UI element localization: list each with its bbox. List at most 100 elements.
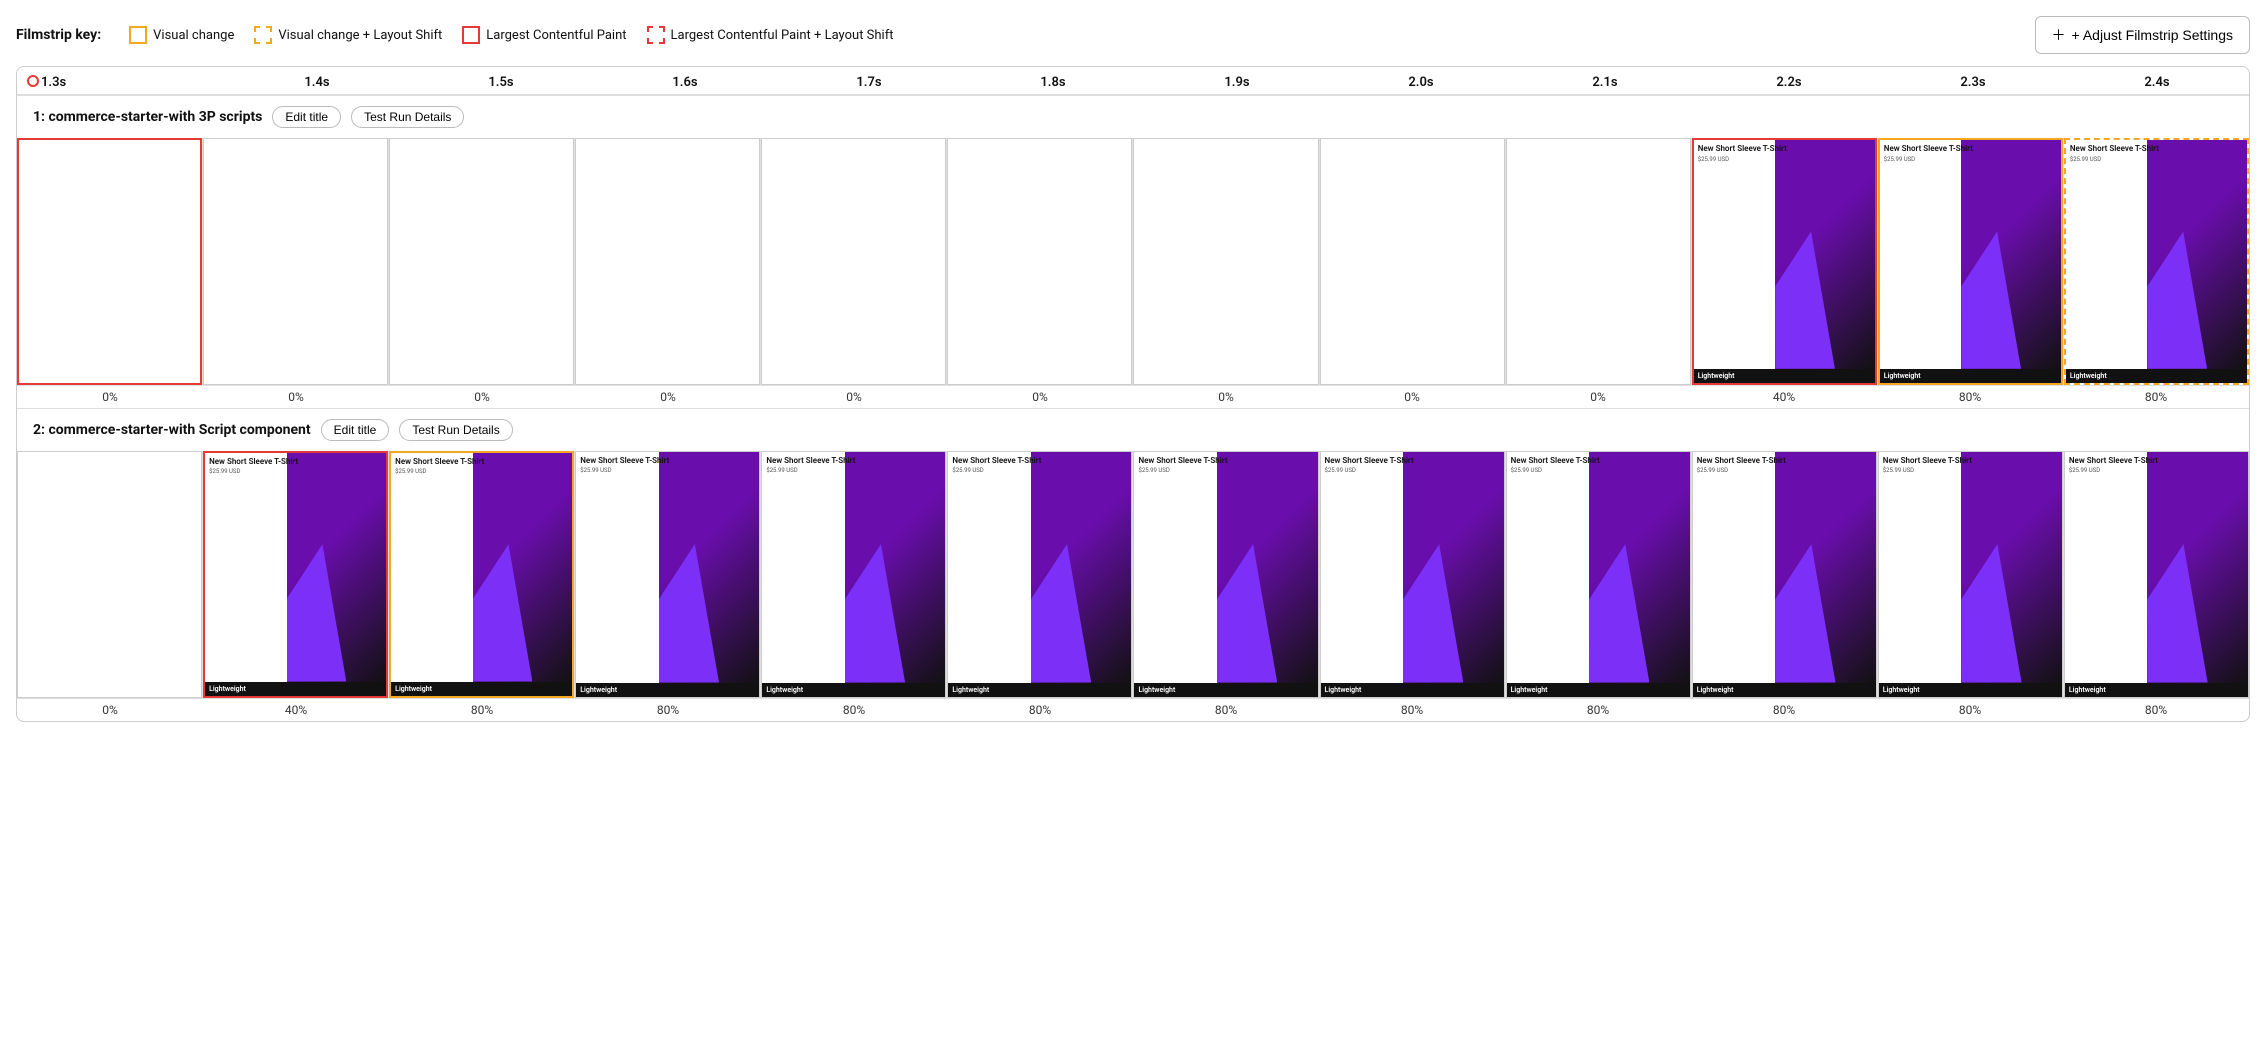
product-card-top: New Short Sleeve T-Shirt $25.99 USD bbox=[1134, 452, 1317, 683]
tick-1.6s: 1.6s bbox=[593, 75, 777, 90]
legend-label-visual-change-layout-shift: Visual change + Layout Shift bbox=[278, 28, 442, 43]
product-name: New Short Sleeve T-Shirt bbox=[580, 456, 755, 466]
product-card: ▲ ≡ New Short Sleeve T-Shirt $25.99 USD … bbox=[2066, 140, 2247, 383]
legend-label-lcp-layout-shift: Largest Contentful Paint + Layout Shift bbox=[671, 28, 894, 43]
product-card: ▲ ≡ New Short Sleeve T-Shirt $25.99 USD … bbox=[1879, 452, 2062, 697]
frame-cell-r2-f4[interactable]: ▲ ≡ New Short Sleeve T-Shirt $25.99 USD … bbox=[575, 451, 761, 698]
product-card: ▲ ≡ New Short Sleeve T-Shirt $25.99 USD … bbox=[576, 452, 759, 697]
percent-cell-r1-f3: 0% bbox=[389, 385, 575, 408]
frame-cell-r2-f2[interactable]: ▲ ≡ New Short Sleeve T-Shirt $25.99 USD … bbox=[203, 451, 389, 698]
product-price: $25.99 USD bbox=[1884, 156, 2057, 163]
percent-cell-r2-f12: 80% bbox=[2063, 698, 2249, 721]
frame-thumb-r1-f3 bbox=[389, 138, 574, 385]
product-name: New Short Sleeve T-Shirt bbox=[1511, 456, 1686, 466]
product-price: $25.99 USD bbox=[2070, 156, 2243, 163]
timeline-ticks: 1.3s1.4s1.5s1.6s1.7s1.8s1.9s2.0s2.1s2.2s… bbox=[17, 75, 2249, 90]
product-text-area: New Short Sleeve T-Shirt $25.99 USD bbox=[205, 453, 386, 682]
percent-cell-r2-f8: 80% bbox=[1319, 698, 1505, 721]
product-card-top: New Short Sleeve T-Shirt $25.99 USD bbox=[1321, 452, 1504, 683]
frame-cell-r2-f5[interactable]: ▲ ≡ New Short Sleeve T-Shirt $25.99 USD … bbox=[761, 451, 947, 698]
row-section-1: 1: commerce-starter-with 3P scripts Edit… bbox=[17, 95, 2249, 408]
percent-cell-r1-f2: 0% bbox=[203, 385, 389, 408]
product-footer: Lightweight bbox=[762, 683, 945, 697]
frame-cell-r1-f7[interactable] bbox=[1133, 138, 1319, 385]
frame-cell-r2-f7[interactable]: ▲ ≡ New Short Sleeve T-Shirt $25.99 USD … bbox=[1133, 451, 1319, 698]
product-card-top: New Short Sleeve T-Shirt $25.99 USD bbox=[576, 452, 759, 683]
product-card: ▲ ≡ New Short Sleeve T-Shirt $25.99 USD … bbox=[762, 452, 945, 697]
frame-cell-r2-f1[interactable] bbox=[17, 451, 203, 698]
frame-cell-r1-f1[interactable] bbox=[17, 138, 203, 385]
product-text-area: New Short Sleeve T-Shirt $25.99 USD bbox=[762, 452, 945, 683]
frame-cell-r1-f3[interactable] bbox=[389, 138, 575, 385]
frame-cell-r2-f11[interactable]: ▲ ≡ New Short Sleeve T-Shirt $25.99 USD … bbox=[1878, 451, 2064, 698]
frame-cell-r2-f12[interactable]: ▲ ≡ New Short Sleeve T-Shirt $25.99 USD … bbox=[2064, 451, 2249, 698]
legend-label-visual-change: Visual change bbox=[153, 28, 234, 43]
legend-item-visual-change: Visual change bbox=[129, 26, 234, 44]
product-card-top: New Short Sleeve T-Shirt $25.99 USD bbox=[205, 453, 386, 682]
frame-cell-r2-f10[interactable]: ▲ ≡ New Short Sleeve T-Shirt $25.99 USD … bbox=[1692, 451, 1878, 698]
frame-cell-r1-f10[interactable]: ▲ ≡ New Short Sleeve T-Shirt $25.99 USD … bbox=[1692, 138, 1878, 385]
product-card-top: New Short Sleeve T-Shirt $25.99 USD bbox=[2066, 140, 2247, 369]
tick-1.9s: 1.9s bbox=[1145, 75, 1329, 90]
frame-thumb-r1-f2 bbox=[203, 138, 388, 385]
frame-cell-r2-f8[interactable]: ▲ ≡ New Short Sleeve T-Shirt $25.99 USD … bbox=[1320, 451, 1506, 698]
product-name: New Short Sleeve T-Shirt bbox=[1883, 456, 2058, 466]
frame-cell-r1-f5[interactable] bbox=[761, 138, 947, 385]
frame-cell-r1-f8[interactable] bbox=[1320, 138, 1506, 385]
adjust-filmstrip-label: + Adjust Filmstrip Settings bbox=[2072, 27, 2233, 43]
product-price: $25.99 USD bbox=[1698, 156, 1871, 163]
frame-cell-r1-f6[interactable] bbox=[947, 138, 1133, 385]
tick-1.8s: 1.8s bbox=[961, 75, 1145, 90]
row-title-2: 2: commerce-starter-with Script componen… bbox=[33, 422, 311, 438]
product-text-area: New Short Sleeve T-Shirt $25.99 USD bbox=[1134, 452, 1317, 683]
row-title-1: 1: commerce-starter-with 3P scripts bbox=[33, 109, 262, 125]
product-card: ▲ ≡ New Short Sleeve T-Shirt $25.99 USD … bbox=[2065, 452, 2248, 697]
test-run-details-button-1[interactable]: Test Run Details bbox=[351, 106, 464, 128]
product-text-area: New Short Sleeve T-Shirt $25.99 USD bbox=[576, 452, 759, 683]
product-footer: Lightweight bbox=[1880, 369, 2061, 383]
frame-cell-r2-f9[interactable]: ▲ ≡ New Short Sleeve T-Shirt $25.99 USD … bbox=[1506, 451, 1692, 698]
test-run-details-button-2[interactable]: Test Run Details bbox=[399, 419, 512, 441]
frame-thumb-r1-f8 bbox=[1320, 138, 1505, 385]
product-name: New Short Sleeve T-Shirt bbox=[2069, 456, 2244, 466]
frame-cell-r1-f2[interactable] bbox=[203, 138, 389, 385]
frame-thumb-r1-f5 bbox=[761, 138, 946, 385]
product-footer: Lightweight bbox=[1879, 683, 2062, 697]
timeline-dot bbox=[27, 75, 39, 87]
product-footer: Lightweight bbox=[1507, 683, 1690, 697]
legend-bar: Filmstrip key: Visual change Visual chan… bbox=[16, 16, 2250, 54]
percent-cell-r2-f7: 80% bbox=[1133, 698, 1319, 721]
percent-cell-r1-f10: 40% bbox=[1691, 385, 1877, 408]
frames-row-1: ▲ ≡ New Short Sleeve T-Shirt $25.99 USD … bbox=[17, 138, 2249, 385]
frame-thumb-r1-f12: ▲ ≡ New Short Sleeve T-Shirt $25.99 USD … bbox=[2064, 138, 2249, 385]
row-header-1: 1: commerce-starter-with 3P scripts Edit… bbox=[17, 96, 2249, 138]
product-name: New Short Sleeve T-Shirt bbox=[1698, 144, 1871, 154]
frame-cell-r2-f6[interactable]: ▲ ≡ New Short Sleeve T-Shirt $25.99 USD … bbox=[947, 451, 1133, 698]
adjust-filmstrip-button[interactable]: ＋ + Adjust Filmstrip Settings bbox=[2035, 16, 2250, 54]
tick-2.0s: 2.0s bbox=[1329, 75, 1513, 90]
percent-cell-r1-f7: 0% bbox=[1133, 385, 1319, 408]
frame-cell-r1-f11[interactable]: ▲ ≡ New Short Sleeve T-Shirt $25.99 USD … bbox=[1878, 138, 2064, 385]
row-section-2: 2: commerce-starter-with Script componen… bbox=[17, 408, 2249, 721]
product-price: $25.99 USD bbox=[1325, 467, 1500, 474]
frame-cell-r1-f9[interactable] bbox=[1506, 138, 1692, 385]
product-price: $25.99 USD bbox=[209, 468, 382, 475]
edit-title-button-2[interactable]: Edit title bbox=[321, 419, 390, 441]
edit-title-button-1[interactable]: Edit title bbox=[272, 106, 341, 128]
product-card: ▲ ≡ New Short Sleeve T-Shirt $25.99 USD … bbox=[948, 452, 1131, 697]
product-price: $25.99 USD bbox=[1883, 467, 2058, 474]
frame-thumb-r1-f1 bbox=[17, 138, 202, 385]
percent-row-2: 0%40%80%80%80%80%80%80%80%80%80%80% bbox=[17, 698, 2249, 721]
percent-cell-r2-f1: 0% bbox=[17, 698, 203, 721]
product-card: ▲ ≡ New Short Sleeve T-Shirt $25.99 USD … bbox=[391, 453, 572, 696]
frame-cell-r2-f3[interactable]: ▲ ≡ New Short Sleeve T-Shirt $25.99 USD … bbox=[389, 451, 575, 698]
product-card-top: New Short Sleeve T-Shirt $25.99 USD bbox=[948, 452, 1131, 683]
product-text-area: New Short Sleeve T-Shirt $25.99 USD bbox=[2065, 452, 2248, 683]
frame-cell-r1-f12[interactable]: ▲ ≡ New Short Sleeve T-Shirt $25.99 USD … bbox=[2064, 138, 2249, 385]
percent-cell-r1-f1: 0% bbox=[17, 385, 203, 408]
product-price: $25.99 USD bbox=[580, 467, 755, 474]
percent-cell-r2-f6: 80% bbox=[947, 698, 1133, 721]
frame-cell-r1-f4[interactable] bbox=[575, 138, 761, 385]
product-card-top: New Short Sleeve T-Shirt $25.99 USD bbox=[2065, 452, 2248, 683]
tick-2.4s: 2.4s bbox=[2065, 75, 2249, 90]
